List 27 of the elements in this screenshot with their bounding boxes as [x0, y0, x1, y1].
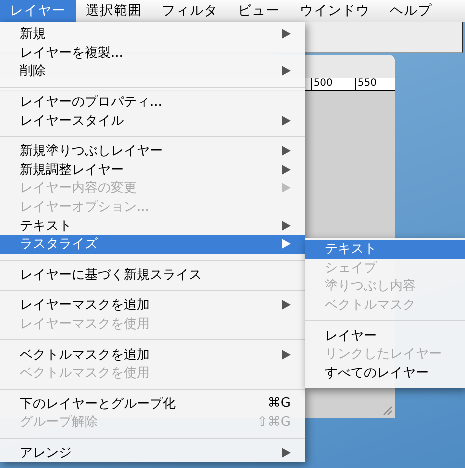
- menu-item[interactable]: 削除: [0, 62, 305, 81]
- ruler-label: 550: [354, 78, 377, 90]
- menu-item[interactable]: 下のレイヤーとグループ化 ⌘G: [0, 394, 305, 414]
- menu-item[interactable]: レイヤー: [305, 326, 465, 345]
- shortcut-label: ⇧⌘G: [257, 414, 291, 430]
- menu-item[interactable]: ベクトルマスクを追加: [0, 345, 305, 364]
- menu-item[interactable]: ラスタライズ: [0, 234, 305, 254]
- menu-item[interactable]: 新規: [0, 25, 305, 44]
- menu-item[interactable]: テキスト: [305, 240, 465, 259]
- menu-title[interactable]: ヘルプ: [380, 0, 442, 22]
- menu-item[interactable]: 新規塗りつぶしレイヤー: [0, 142, 305, 161]
- menu-title[interactable]: ビュー: [228, 0, 290, 22]
- menu-item[interactable]: レイヤーマスクを追加: [0, 296, 305, 315]
- menu-item[interactable]: すべてのレイヤー: [305, 364, 465, 382]
- menu-title[interactable]: ウインドウ: [290, 0, 380, 22]
- menu-item[interactable]: レイヤーのプロパティ...: [0, 92, 305, 112]
- menu-item[interactable]: アレンジ: [0, 444, 305, 462]
- menu-title[interactable]: 選択範囲: [76, 0, 152, 22]
- menu-item[interactable]: 新規調整レイヤー: [0, 160, 305, 180]
- ruler-label: 500: [310, 78, 333, 90]
- menu-item[interactable]: テキスト: [0, 216, 305, 235]
- menu-item[interactable]: レイヤーを複製...: [0, 44, 305, 62]
- menu-title[interactable]: フィルタ: [152, 0, 228, 22]
- menu-title[interactable]: レイヤー: [0, 0, 76, 22]
- menu-item[interactable]: レイヤーに基づく新規スライス: [0, 266, 305, 284]
- shortcut-label: ⌘G: [268, 396, 291, 412]
- menu-item[interactable]: レイヤースタイル: [0, 111, 305, 130]
